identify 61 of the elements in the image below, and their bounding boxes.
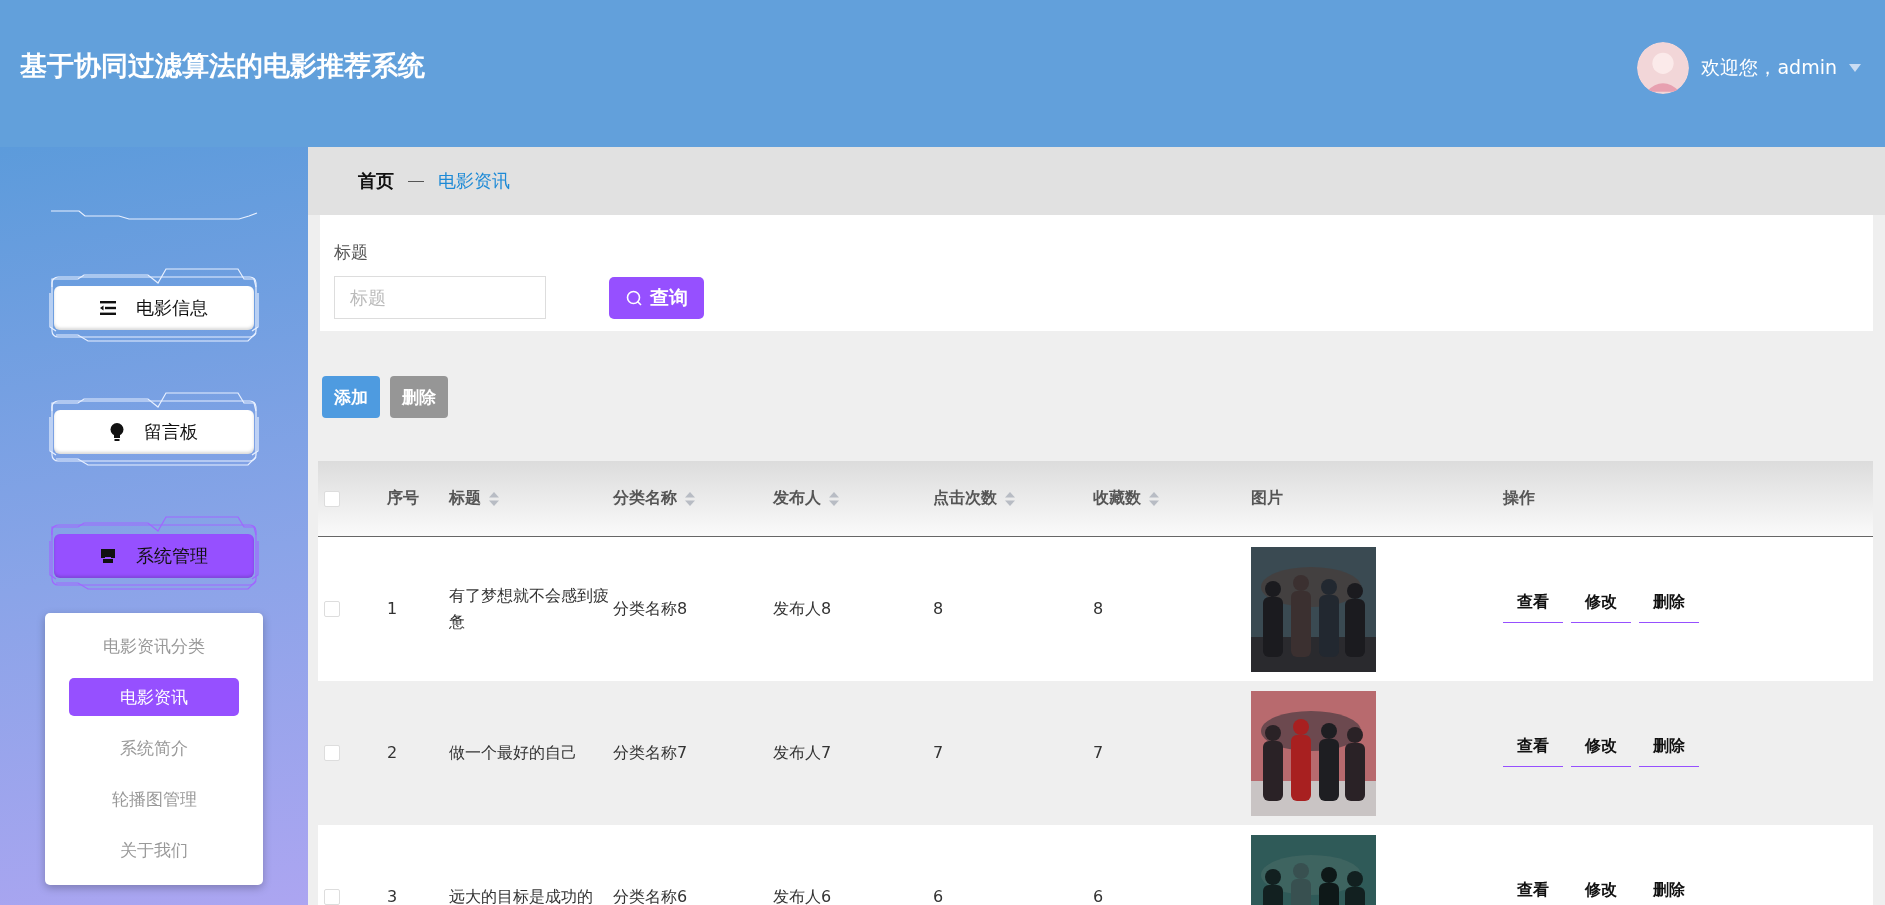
sort-icon[interactable] — [685, 491, 695, 506]
delete-button[interactable]: 删除 — [1639, 583, 1699, 623]
title-search-field[interactable]: 标题 — [334, 276, 546, 319]
view-button[interactable]: 查看 — [1503, 871, 1563, 905]
column-header: 序号 — [387, 487, 420, 509]
table-cell-text: 分类名称8 — [613, 597, 688, 620]
view-button[interactable]: 查看 — [1503, 583, 1563, 623]
search-icon — [625, 289, 642, 306]
column-header[interactable]: 点击次数 — [933, 461, 1093, 536]
table-cell-text: 8 — [933, 597, 944, 620]
table-cell-text: 发布人6 — [773, 885, 832, 905]
lightbulb-icon — [110, 423, 124, 441]
sidebar-menu-item[interactable]: 留言板 — [54, 410, 254, 454]
app-title: 基于协同过滤算法的电影推荐系统 — [20, 49, 425, 83]
select-all-checkbox[interactable] — [324, 490, 340, 507]
search-button[interactable]: 查询 — [609, 276, 704, 319]
column-header[interactable]: 收藏数 — [1093, 461, 1251, 536]
table-cell-text: 1 — [387, 597, 398, 620]
view-button[interactable]: 查看 — [1503, 727, 1563, 767]
breadcrumb-item: 电影资讯 — [438, 169, 510, 193]
table-cell-text: 2 — [387, 741, 398, 764]
sort-icon[interactable] — [1149, 491, 1159, 506]
column-header[interactable]: 标题 — [449, 461, 613, 536]
table-cell-text: 分类名称6 — [613, 885, 688, 905]
submenu-item[interactable]: 电影资讯 — [69, 678, 239, 716]
table-cell-text: 分类名称7 — [613, 741, 688, 764]
table-cell-text: 发布人8 — [773, 597, 832, 620]
delete-button[interactable]: 删除 — [1639, 727, 1699, 767]
sidebar-menu-item[interactable]: 电影信息 — [54, 286, 254, 330]
field-label: 标题 — [334, 241, 369, 264]
sort-icon[interactable] — [829, 491, 839, 506]
table-cell-text: 6 — [1093, 885, 1104, 905]
edit-button[interactable]: 修改 — [1571, 727, 1631, 767]
column-header: 操作 — [1503, 487, 1536, 509]
table-cell-text: 做一个最好的自己 — [449, 741, 577, 764]
row-checkbox[interactable] — [324, 889, 340, 905]
table-cell-text: 发布人7 — [773, 741, 832, 764]
edit-button[interactable]: 修改 — [1571, 871, 1631, 905]
column-header: 图片 — [1251, 487, 1284, 509]
edit-button[interactable]: 修改 — [1571, 583, 1631, 623]
breadcrumb-item[interactable]: 首页 — [358, 169, 394, 193]
column-header[interactable]: 分类名称 — [613, 461, 773, 536]
sort-icon[interactable] — [1005, 491, 1015, 506]
table-cell-text: 3 — [387, 885, 398, 905]
table-cell-text: 7 — [1093, 741, 1104, 764]
sidebar-menu-item[interactable]: 系统管理 — [54, 534, 254, 578]
row-checkbox[interactable] — [324, 745, 340, 761]
sort-icon[interactable] — [489, 491, 499, 506]
table-cell-text: 远大的目标是成功的 — [449, 885, 593, 905]
shop-icon — [100, 548, 116, 564]
table-cell-text: 8 — [1093, 597, 1104, 620]
table-cell-text: 有了梦想就不会感到疲惫 — [449, 584, 610, 633]
row-checkbox[interactable] — [324, 601, 340, 617]
delete-button[interactable]: 删除 — [1639, 871, 1699, 905]
table-cell-text: 6 — [933, 885, 944, 905]
avatar-icon[interactable] — [1637, 42, 1690, 94]
table-cell-text: 7 — [933, 741, 944, 764]
list-icon — [100, 301, 116, 315]
breadcrumb-separator — [408, 180, 424, 182]
caret-icon[interactable] — [1849, 64, 1861, 72]
column-header[interactable]: 发布人 — [773, 461, 933, 536]
